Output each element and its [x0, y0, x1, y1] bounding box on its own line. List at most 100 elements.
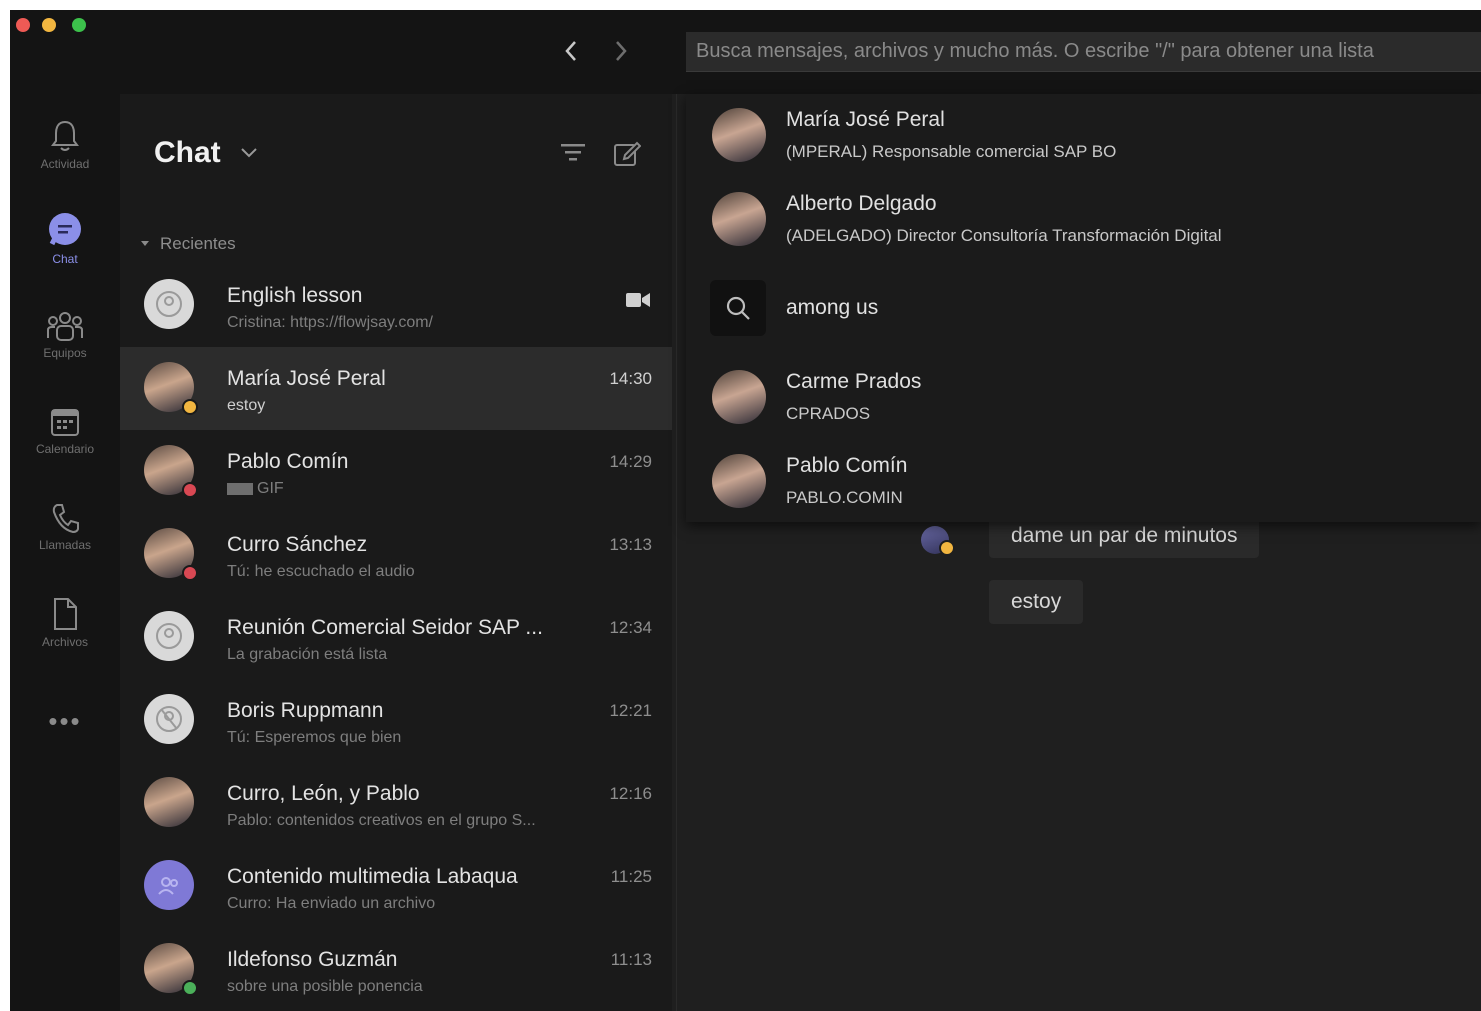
presence-available-badge — [182, 980, 198, 996]
chat-preview: GIF — [227, 480, 607, 498]
chat-item-english-lesson[interactable]: English lesson Cristina: https://flowjsa… — [120, 264, 672, 347]
title-bar — [10, 10, 1481, 94]
teams-icon — [47, 312, 83, 341]
avatar — [144, 611, 194, 661]
filter-icon — [561, 144, 585, 161]
chat-time: 13:13 — [609, 535, 652, 554]
calendar-icon — [51, 409, 79, 436]
suggestion-name: Carme Prados — [786, 370, 922, 393]
new-chat-button[interactable] — [612, 138, 642, 168]
person-icon — [156, 706, 182, 732]
search-suggestions-dropdown: María José Peral (MPERAL) Responsable co… — [686, 94, 1481, 522]
suggestion-name: Pablo Comín — [786, 454, 908, 477]
chat-item-ildefonso-guzman[interactable]: Ildefonso Guzmán sobre una posible ponen… — [120, 928, 672, 1011]
chevron-down-icon[interactable] — [240, 146, 258, 164]
rail-item-teams[interactable]: Equipos — [10, 294, 120, 376]
rail-item-activity[interactable]: Actividad — [10, 104, 120, 186]
chat-item-pablo-comin[interactable]: Pablo Comín GIF 14:29 — [120, 430, 672, 513]
app-rail: Actividad Chat Equipos Calendario Llamad… — [10, 94, 120, 1011]
chat-preview: Tú: he escuchado el audio — [227, 563, 415, 580]
compose-icon — [614, 141, 641, 166]
chat-name: Reunión Comercial Seidor SAP ... — [227, 616, 543, 639]
chat-item-curro-leon-pablo[interactable]: Curro, León, y Pablo Pablo: contenidos c… — [120, 762, 672, 845]
rail-item-files[interactable]: Archivos — [10, 582, 120, 664]
group-icon — [158, 877, 178, 895]
rail-item-calendar[interactable]: Calendario — [10, 390, 120, 472]
suggestion-person[interactable]: María José Peral (MPERAL) Responsable co… — [686, 94, 1481, 178]
chat-time: 11:25 — [610, 867, 652, 886]
suggestion-person[interactable]: Carme Prados CPRADOS — [686, 356, 1481, 440]
search-input[interactable] — [696, 32, 1481, 71]
chat-list: English lesson Cristina: https://flowjsa… — [120, 264, 672, 1011]
chat-item-boris-ruppmann[interactable]: Boris Ruppmann Tú: Esperemos que bien 12… — [120, 679, 672, 762]
chat-preview: Pablo: contenidos creativos en el grupo … — [227, 812, 536, 829]
avatar — [712, 108, 766, 162]
chat-name: Ildefonso Guzmán — [227, 948, 398, 971]
chat-list-header: Chat — [120, 94, 672, 204]
suggestion-subtitle: CPRADOS — [786, 404, 871, 423]
forward-button[interactable] — [608, 36, 634, 66]
chat-item-curro-sanchez[interactable]: Curro Sánchez Tú: he escuchado el audio … — [120, 513, 672, 596]
chat-preview-text: GIF — [257, 480, 284, 497]
chat-name: Contenido multimedia Labaqua — [227, 865, 518, 888]
chat-preview: Tú: Esperemos que bien — [227, 729, 402, 746]
minimize-window-button[interactable] — [42, 18, 56, 32]
maximize-window-button[interactable] — [72, 18, 86, 32]
teams-window: Actividad Chat Equipos Calendario Llamad… — [10, 10, 1481, 1011]
chat-name: Curro, León, y Pablo — [227, 782, 420, 805]
filter-button[interactable] — [558, 138, 588, 168]
suggestion-subtitle: (MPERAL) Responsable comercial SAP BO — [786, 142, 1117, 161]
rail-label: Llamadas — [38, 538, 92, 552]
section-recientes[interactable]: Recientes — [140, 234, 236, 254]
chat-time: 12:21 — [609, 701, 652, 720]
chat-time: 12:34 — [609, 618, 652, 637]
file-icon — [54, 598, 77, 630]
avatar — [144, 860, 194, 910]
rail-item-chat[interactable]: Chat — [10, 198, 120, 280]
chat-time: 11:13 — [610, 950, 652, 969]
suggestion-person[interactable]: Pablo Comín PABLO.COMIN — [686, 440, 1481, 524]
caret-down-icon — [141, 241, 149, 246]
video-camera-icon — [626, 292, 650, 313]
rail-label: Chat — [52, 252, 78, 266]
presence-away-badge — [939, 540, 955, 556]
rail-label: Archivos — [41, 635, 88, 649]
avatar — [144, 777, 194, 827]
suggestion-subtitle: PABLO.COMIN — [786, 488, 903, 507]
section-label: Recientes — [160, 234, 236, 253]
search-bar[interactable] — [686, 32, 1481, 72]
chat-name: Curro Sánchez — [227, 533, 368, 556]
suggestion-person[interactable]: Alberto Delgado (ADELGADO) Director Cons… — [686, 178, 1481, 262]
avatar — [712, 192, 766, 246]
avatar — [144, 694, 194, 744]
chat-time: 14:30 — [609, 369, 652, 388]
chat-icon — [49, 213, 81, 246]
page-title[interactable]: Chat — [154, 136, 221, 170]
rail-label: Equipos — [43, 346, 87, 360]
chat-item-reunion-comercial[interactable]: Reunión Comercial Seidor SAP ... La grab… — [120, 596, 672, 679]
avatar — [144, 279, 194, 329]
chat-name: Pablo Comín — [227, 450, 349, 473]
presence-busy-badge — [182, 565, 198, 581]
chat-time: 14:29 — [609, 452, 652, 471]
chevron-left-icon — [565, 41, 576, 61]
chat-item-contenido-multimedia[interactable]: Contenido multimedia Labaqua Curro: Ha e… — [120, 845, 672, 928]
suggestion-query[interactable]: among us — [686, 268, 1481, 352]
phone-icon — [52, 504, 79, 534]
rail-label: Calendario — [35, 442, 95, 456]
rail-item-calls[interactable]: Llamadas — [10, 486, 120, 568]
close-window-button[interactable] — [16, 18, 30, 32]
message-bubble[interactable]: estoy — [989, 580, 1084, 624]
chat-time: 12:16 — [609, 784, 652, 803]
chat-item-maria-jose-peral[interactable]: María José Peral estoy 14:30 — [120, 347, 672, 430]
chat-name: Boris Ruppmann — [227, 699, 384, 722]
chat-name: María José Peral — [227, 367, 386, 390]
chat-list-pane: Chat Recientes English lesson Cristina: … — [120, 94, 672, 1011]
chevron-right-icon — [616, 41, 627, 61]
bell-icon — [51, 120, 79, 151]
suggestion-name: Alberto Delgado — [786, 192, 937, 215]
presence-busy-badge — [182, 482, 198, 498]
more-apps-button[interactable]: ••• — [10, 706, 120, 737]
back-button[interactable] — [558, 36, 584, 66]
search-icon-box — [710, 280, 766, 336]
